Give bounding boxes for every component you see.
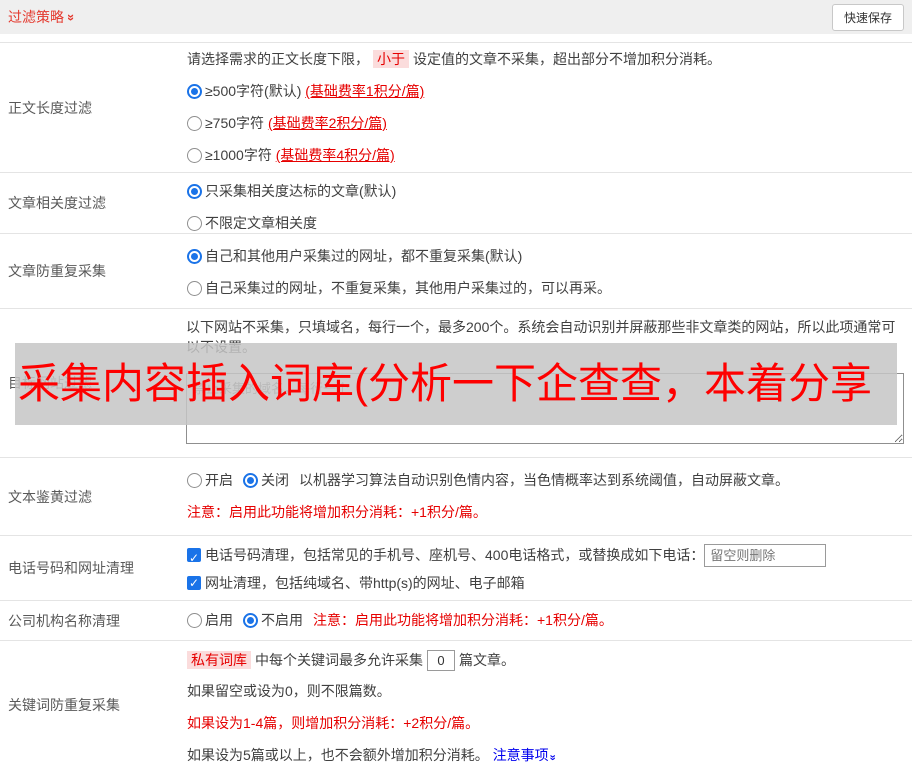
radio-option-dedup-self[interactable]: 自己采集过的网址，不重复采集，其他用户采集过的，可以再采。 [187,278,904,298]
row-label: 文章防重复采集 [8,263,106,279]
radio-option-relevant-only[interactable]: 只采集相关度达标的文章(默认) [187,181,904,201]
row-label: 正文长度过滤 [8,99,92,116]
intro-pre: 请选择需求的正文长度下限， [187,51,369,67]
radio-option-enable[interactable]: 启用 [187,612,233,628]
radio-option-on[interactable]: 开启 [187,472,233,488]
length-intro: 请选择需求的正文长度下限， 小于 设定值的文章不采集，超出部分不增加积分消耗。 [187,49,904,69]
notice-link[interactable]: 注意事项 [493,747,549,763]
checkbox-checked-icon[interactable] [187,573,201,593]
porn-filter-description: 以机器学习算法自动识别色情内容，当色情概率达到系统阈值，自动屏蔽文章。 [299,472,789,488]
row-content: 电话号码清理，包括常见的手机号、座机号、400电话格式，或替换成如下电话： 网址… [187,536,912,600]
row-label: 文章相关度过滤 [8,195,106,211]
option-text: 关闭 [261,472,289,488]
overlay-text: 采集内容插入词库(分析一下企查查，本着分享 [18,360,872,407]
option-note: (基础费率4积分/篇) [275,147,395,163]
limit-text-mid: 中每个关键词最多允许采集 [255,652,423,668]
row-company-name-clean: 公司机构名称清理 启用 不启用 注意：启用此功能将增加积分消耗：+1积分/篇。 [0,601,912,641]
keyword-note-unlimited: 如果留空或设为0，则不限篇数。 [187,683,391,699]
row-content: 私有词库中每个关键词最多允许采集 篇文章。 如果留空或设为0，则不限篇数。 如果设… [187,641,912,768]
option-text: 自己和其他用户采集过的网址，都不重复采集(默认) [205,248,523,264]
url-clean-text: 网址清理，包括纯域名、带http(s)的网址、电子邮箱 [205,575,525,591]
radio-icon[interactable] [187,281,202,296]
intro-highlight: 小于 [373,50,409,68]
row-content-length-filter: 正文长度过滤 请选择需求的正文长度下限， 小于 设定值的文章不采集，超出部分不增加积… [0,43,912,173]
row-relevance-filter: 文章相关度过滤 只采集相关度达标的文章(默认) 不限定文章相关度 [0,173,912,234]
option-text: ≥1000字符 [205,147,272,163]
page-title-label: 过滤策略 [8,9,64,25]
page-header: 过滤策略 快速保存 [0,0,912,34]
option-text: 自己采集过的网址，不重复采集，其他用户采集过的，可以再采。 [205,280,611,296]
radio-icon[interactable] [187,84,202,99]
radio-icon[interactable] [243,613,258,628]
page-title[interactable]: 过滤策略 [8,7,75,27]
radio-option-no-limit[interactable]: 不限定文章相关度 [187,213,904,233]
radio-icon[interactable] [187,184,202,199]
phone-clean-option: 电话号码清理，包括常见的手机号、座机号、400电话格式，或替换成如下电话： [187,542,904,571]
note-text: 如果设为5篇或以上，也不会额外增加积分消耗。 [187,747,489,763]
row-porn-filter: 文本鉴黄过滤 开启 关闭 以机器学习算法自动识别色情内容，当色情概率达到系统阈值，自… [0,458,912,536]
option-text: 不限定文章相关度 [205,215,317,231]
replacement-phone-input[interactable] [704,544,827,567]
keyword-note-five: 如果设为5篇或以上，也不会额外增加积分消耗。 注意事项 [187,745,904,765]
porn-filter-options: 开启 关闭 以机器学习算法自动识别色情内容，当色情概率达到系统阈值，自动屏蔽文章。 [187,470,904,490]
censor-overlay: 采集内容插入词库(分析一下企查查，本着分享 [15,343,897,425]
row-label: 文本鉴黄过滤 [8,488,92,505]
url-clean-option: 网址清理，包括纯域名、带http(s)的网址、电子邮箱 [187,573,904,593]
row-content: 请选择需求的正文长度下限， 小于 设定值的文章不采集，超出部分不增加积分消耗。 ≥5… [187,43,912,172]
double-chevron-down-icon [546,754,557,760]
radio-icon[interactable] [187,216,202,231]
intro-post: 设定值的文章不采集，超出部分不增加积分消耗。 [413,51,721,67]
phone-clean-text: 电话号码清理，包括常见的手机号、座机号、400电话格式，或替换成如下电话： [205,547,705,563]
option-note: (基础费率1积分/篇) [305,83,425,99]
radio-option-500[interactable]: ≥500字符(默认) (基础费率1积分/篇) [187,81,904,101]
radio-option-750[interactable]: ≥750字符 (基础费率2积分/篇) [187,113,904,133]
radio-option-off[interactable]: 关闭 [243,472,289,488]
option-text: 只采集相关度达标的文章(默认) [205,183,397,199]
option-text: 启用 [205,612,233,628]
row-content: 启用 不启用 注意：启用此功能将增加积分消耗：+1积分/篇。 [187,601,912,640]
option-text: 开启 [205,472,233,488]
radio-icon[interactable] [187,473,202,488]
double-chevron-down-icon [65,13,78,20]
limit-text-end: 篇文章。 [459,652,515,668]
radio-icon[interactable] [187,148,202,163]
row-content: 只采集相关度达标的文章(默认) 不限定文章相关度 [187,173,912,233]
option-text: ≥750字符 [205,115,265,131]
radio-option-disable[interactable]: 不启用 [243,612,303,628]
option-text: ≥500字符(默认) [205,83,302,99]
keyword-note-cost: 如果设为1-4篇，则增加积分消耗：+2积分/篇。 [187,715,480,731]
row-article-dedup: 文章防重复采集 自己和其他用户采集过的网址，都不重复采集(默认) 自己采集过的网… [0,234,912,309]
radio-icon[interactable] [187,116,202,131]
company-clean-options: 启用 不启用 注意：启用此功能将增加积分消耗：+1积分/篇。 [187,610,904,630]
keyword-limit-line: 私有词库中每个关键词最多允许采集 篇文章。 [187,649,904,672]
row-phone-url-clean: 电话号码和网址清理 电话号码清理，包括常见的手机号、座机号、400电话格式，或替… [0,536,912,601]
row-content: 开启 关闭 以机器学习算法自动识别色情内容，当色情概率达到系统阈值，自动屏蔽文章。 … [187,458,912,535]
row-keyword-dedup: 关键词防重复采集 私有词库中每个关键词最多允许采集 篇文章。 如果留空或设为0，则… [0,641,912,768]
row-label: 电话号码和网址清理 [8,560,134,576]
row-label: 关键词防重复采集 [8,697,120,713]
radio-icon[interactable] [187,613,202,628]
radio-icon[interactable] [187,249,202,264]
checkbox-checked-icon[interactable] [187,545,201,571]
row-content: 自己和其他用户采集过的网址，都不重复采集(默认) 自己采集过的网址，不重复采集，… [187,234,912,308]
porn-filter-note: 注意：启用此功能将增加积分消耗：+1积分/篇。 [187,504,487,520]
company-clean-note: 注意：启用此功能将增加积分消耗：+1积分/篇。 [313,612,613,628]
radio-option-1000[interactable]: ≥1000字符 (基础费率4积分/篇) [187,145,904,165]
radio-option-dedup-all[interactable]: 自己和其他用户采集过的网址，都不重复采集(默认) [187,246,904,266]
filter-strategy-page: 过滤策略 快速保存 正文长度过滤 请选择需求的正文长度下限，小于设定值的文章不采… [0,0,912,768]
option-text: 不启用 [261,612,303,628]
row-label: 公司机构名称清理 [8,612,120,629]
option-note: (基础费率2积分/篇) [267,115,387,131]
max-articles-input[interactable] [427,650,455,671]
quick-save-button[interactable]: 快速保存 [831,3,904,31]
private-lexicon-pill[interactable]: 私有词库 [187,651,251,669]
radio-icon[interactable] [243,473,258,488]
